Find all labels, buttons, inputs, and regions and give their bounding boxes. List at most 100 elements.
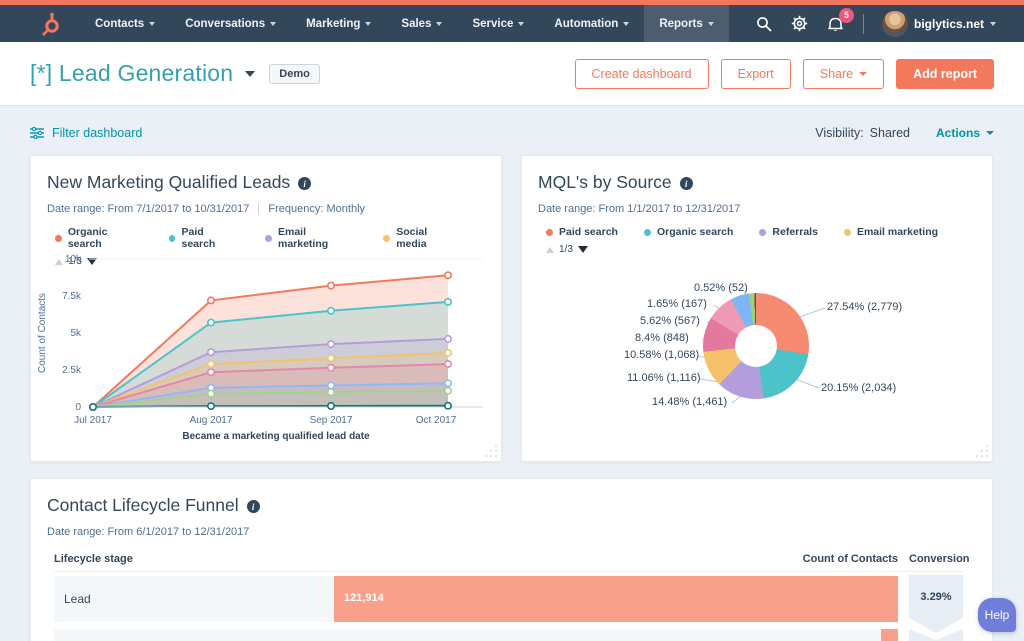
funnel-row-partial[interactable] bbox=[54, 629, 898, 641]
date-range-label: Date range: From 7/1/2017 to 10/31/2017 bbox=[47, 203, 249, 215]
nav-item-reports[interactable]: Reports bbox=[644, 5, 728, 42]
legend-item[interactable]: Organic search bbox=[644, 226, 733, 238]
donut-chart[interactable] bbox=[703, 293, 809, 399]
notifications-bell-icon[interactable]: 5 bbox=[827, 15, 845, 33]
nav-item-label: Reports bbox=[659, 18, 702, 30]
share-button[interactable]: Share bbox=[803, 59, 884, 89]
svg-text:Oct 2017: Oct 2017 bbox=[416, 415, 457, 426]
legend-dot-icon bbox=[55, 235, 62, 242]
add-report-button[interactable]: Add report bbox=[896, 59, 994, 89]
nav-item-automation[interactable]: Automation bbox=[539, 5, 644, 42]
funnel-row-lead[interactable]: Lead 121,914 bbox=[54, 576, 898, 622]
resize-grip-icon[interactable] bbox=[484, 444, 498, 458]
help-button[interactable]: Help bbox=[978, 598, 1016, 632]
account-name: biglytics.net bbox=[914, 17, 984, 31]
search-icon[interactable] bbox=[755, 15, 773, 33]
hubspot-dashboard-app: Contacts Conversations Marketing Sales S… bbox=[0, 0, 1024, 641]
card-subtitle: Date range: From 6/1/2017 to 12/31/2017 bbox=[31, 516, 992, 538]
legend-item[interactable]: Paid search bbox=[169, 226, 240, 250]
share-button-label: Share bbox=[820, 67, 853, 81]
resize-grip-icon[interactable] bbox=[975, 444, 989, 458]
nav-item-contacts[interactable]: Contacts bbox=[80, 5, 170, 42]
legend-dot-icon bbox=[844, 229, 851, 236]
nav-item-label: Marketing bbox=[306, 18, 360, 30]
chart-legend: Paid search Organic search Referrals Email … bbox=[522, 215, 992, 238]
visibility-value: Shared bbox=[870, 126, 910, 140]
legend-item[interactable]: Organic search bbox=[55, 226, 143, 250]
legend-item[interactable]: Social media bbox=[383, 226, 459, 250]
chevron-down-icon bbox=[986, 131, 994, 135]
svg-text:7.5k: 7.5k bbox=[62, 291, 82, 302]
pie-label: 11.06% (1,116) bbox=[627, 372, 701, 384]
visibility-label: Visibility: bbox=[815, 126, 863, 140]
conversion-badge: 3.29% bbox=[909, 575, 963, 633]
chart-legend: Organic search Paid search Email marketing… bbox=[31, 215, 501, 250]
legend-dot-icon bbox=[546, 229, 553, 236]
chevron-down-icon bbox=[859, 72, 867, 76]
filter-icon bbox=[30, 127, 44, 139]
hubspot-logo[interactable] bbox=[40, 12, 62, 36]
card-new-marketing-qualified-leads: New Marketing Qualified Leads i Date ran… bbox=[30, 155, 502, 462]
actions-menu[interactable]: Actions bbox=[936, 126, 994, 140]
legend-item[interactable]: Paid search bbox=[546, 226, 618, 238]
conversion-value: 3.29% bbox=[920, 591, 951, 633]
page-header: [*] Lead Generation Demo Create dashboar… bbox=[0, 42, 1024, 106]
avatar bbox=[882, 11, 908, 37]
funnel-bar[interactable] bbox=[881, 629, 898, 641]
nav-item-conversations[interactable]: Conversations bbox=[170, 5, 291, 42]
nav-item-sales[interactable]: Sales bbox=[386, 5, 457, 42]
filter-dashboard-label: Filter dashboard bbox=[52, 126, 142, 140]
nav-item-label: Sales bbox=[401, 18, 431, 30]
dashboard-select-caret-icon[interactable] bbox=[245, 71, 255, 77]
info-icon[interactable]: i bbox=[247, 500, 260, 513]
svg-text:10k: 10k bbox=[65, 254, 82, 265]
nav-item-marketing[interactable]: Marketing bbox=[291, 5, 386, 42]
legend-label: Paid search bbox=[559, 226, 618, 238]
export-button[interactable]: Export bbox=[721, 59, 791, 89]
pie-label: 20.15% (2,034) bbox=[821, 382, 896, 394]
svg-text:5k: 5k bbox=[70, 328, 82, 339]
pager-label: 1/3 bbox=[559, 244, 573, 255]
date-range-label: Date range: From 6/1/2017 to 12/31/2017 bbox=[47, 526, 249, 538]
card-title: New Marketing Qualified Leads bbox=[47, 172, 290, 193]
chevron-down-icon bbox=[708, 22, 714, 26]
gear-icon[interactable] bbox=[791, 15, 809, 33]
pager-down-icon[interactable] bbox=[578, 246, 588, 253]
legend-item[interactable]: Email marketing bbox=[844, 226, 938, 238]
nav-right-group: 5 biglytics.net bbox=[755, 11, 1024, 37]
area-chart[interactable]: 02.5k5k7.5k10kJul 2017Aug 2017Sep 2017Oc… bbox=[31, 253, 503, 448]
legend-label: Referrals bbox=[772, 226, 818, 238]
legend-item[interactable]: Referrals bbox=[759, 226, 818, 238]
legend-label: Paid search bbox=[181, 226, 239, 250]
pager-up-icon[interactable] bbox=[546, 247, 554, 253]
page-title: [*] Lead Generation bbox=[30, 60, 233, 87]
create-dashboard-button[interactable]: Create dashboard bbox=[575, 59, 709, 89]
legend-dot-icon bbox=[383, 235, 390, 242]
notification-count-badge: 5 bbox=[839, 8, 854, 23]
pie-label: 1.65% (167) bbox=[647, 298, 707, 310]
filter-dashboard-link[interactable]: Filter dashboard bbox=[30, 126, 142, 140]
pie-label: 27.54% (2,779) bbox=[827, 301, 902, 313]
pie-label: 5.62% (567) bbox=[640, 315, 700, 327]
info-icon[interactable]: i bbox=[680, 177, 693, 190]
sprocket-icon bbox=[40, 12, 62, 36]
nav-item-label: Automation bbox=[554, 18, 618, 30]
header-actions: Create dashboard Export Share Add report bbox=[575, 59, 994, 89]
bar-value-label: 121,914 bbox=[344, 592, 384, 604]
legend-dot-icon bbox=[759, 229, 766, 236]
funnel-bar[interactable]: 121,914 bbox=[334, 576, 898, 622]
nav-item-service[interactable]: Service bbox=[457, 5, 539, 42]
svg-text:Count of Contacts: Count of Contacts bbox=[37, 293, 48, 373]
info-icon[interactable]: i bbox=[298, 177, 311, 190]
pie-label: 14.48% (1,461) bbox=[652, 396, 727, 408]
demo-badge: Demo bbox=[269, 64, 320, 84]
svg-text:Became a marketing qualified l: Became a marketing qualified lead date bbox=[182, 431, 370, 442]
legend-item[interactable]: Email marketing bbox=[265, 226, 357, 250]
column-header-count-of-contacts: Count of Contacts bbox=[791, 553, 898, 565]
chevron-down-icon bbox=[990, 22, 996, 26]
legend-label: Organic search bbox=[657, 226, 733, 238]
actions-label: Actions bbox=[936, 126, 980, 140]
account-menu[interactable]: biglytics.net bbox=[882, 11, 996, 37]
top-nav-bar: Contacts Conversations Marketing Sales S… bbox=[0, 5, 1024, 42]
svg-text:Jul 2017: Jul 2017 bbox=[74, 415, 112, 426]
